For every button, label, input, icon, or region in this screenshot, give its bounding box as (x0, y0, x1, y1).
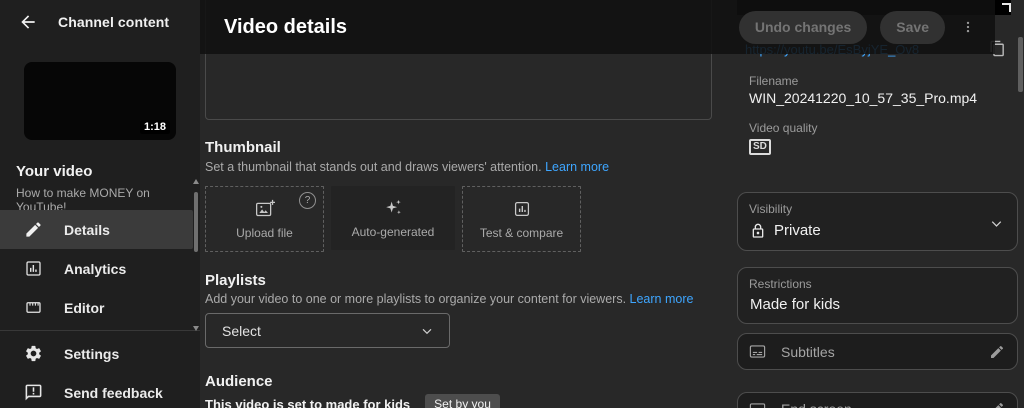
sidebar-item-label: Analytics (64, 260, 127, 277)
visibility-card[interactable]: Visibility Private (737, 192, 1018, 251)
sidebar-divider (0, 330, 200, 331)
playlists-description: Add your video to one or more playlists … (205, 292, 693, 306)
back-arrow-icon[interactable] (18, 12, 38, 32)
chevron-down-icon (419, 323, 435, 339)
playlists-select-dropdown[interactable]: Select (205, 313, 450, 348)
video-details-header: Video details Undo changes Save (200, 0, 995, 54)
sidebar-item-analytics[interactable]: Analytics (0, 249, 193, 288)
restrictions-card: Restrictions Made for kids (737, 267, 1018, 324)
sidebar-item-send-feedback[interactable]: Send feedback (0, 373, 193, 408)
compare-chart-icon (512, 199, 532, 219)
restrictions-label: Restrictions (749, 277, 812, 291)
sd-quality-badge: SD (749, 139, 771, 155)
sidebar-item-settings[interactable]: Settings (0, 334, 193, 373)
player-corner-glyph (1002, 3, 1011, 12)
sidebar-nav-lower: Settings Send feedback (0, 334, 200, 408)
subtitles-label: Subtitles (781, 343, 835, 360)
playlists-learn-more-link[interactable]: Learn more (630, 292, 694, 306)
back-row[interactable]: Channel content (18, 12, 169, 32)
edit-pencil-icon[interactable] (989, 401, 1005, 408)
end-screen-card[interactable]: End screen (737, 392, 1018, 408)
auto-generated-label: Auto-generated (351, 224, 435, 239)
visibility-label: Visibility (749, 202, 793, 216)
help-icon[interactable]: ? (299, 192, 316, 209)
audience-status-row: This video is set to made for kids Set b… (205, 394, 500, 408)
playlists-description-text: Add your video to one or more playlists … (205, 292, 627, 306)
upload-file-label: Upload file (236, 225, 293, 240)
visibility-value: Private (774, 222, 821, 239)
sidebar-nav: Details Analytics Editor (0, 210, 200, 327)
sidebar-item-label: Settings (64, 345, 120, 362)
undo-changes-button[interactable]: Undo changes (738, 10, 868, 44)
scroll-up-arrow-icon[interactable] (193, 179, 199, 184)
video-duration-badge: 1:18 (139, 120, 170, 134)
sidebar-item-label: Editor (64, 299, 105, 316)
end-screen-icon (748, 401, 767, 408)
upload-image-icon (254, 199, 276, 219)
thumbnail-heading: Thumbnail (205, 139, 281, 156)
page-scrollbar-thumb[interactable] (1018, 37, 1023, 92)
subtitles-card[interactable]: Subtitles (737, 333, 1018, 370)
audience-status-text: This video is set to made for kids (205, 396, 411, 408)
sidebar: Channel content 1:18 Your video How to m… (0, 0, 200, 408)
page-title: Video details (224, 15, 348, 38)
thumbnail-learn-more-link[interactable]: Learn more (545, 160, 609, 174)
feedback-icon (24, 383, 43, 402)
youtube-studio-video-details: Channel content 1:18 Your video How to m… (0, 0, 1024, 408)
lock-icon (750, 223, 766, 239)
your-video-heading: Your video (16, 163, 93, 180)
save-button[interactable]: Save (880, 10, 945, 44)
subtitles-icon (748, 343, 767, 360)
chevron-down-icon[interactable] (988, 215, 1005, 232)
thumbnail-description: Set a thumbnail that stands out and draw… (205, 160, 609, 174)
test-compare-label: Test & compare (479, 225, 564, 240)
sidebar-item-editor[interactable]: Editor (0, 288, 193, 327)
filename-label: Filename (749, 74, 799, 88)
sidebar-item-label: Send feedback (64, 384, 163, 401)
gear-icon (24, 344, 43, 363)
thumbnail-description-text: Set a thumbnail that stands out and draw… (205, 160, 542, 174)
sparkle-icon (382, 198, 404, 218)
filename-value: WIN_20241220_10_57_35_Pro.mp4 (749, 90, 978, 106)
sidebar-item-label: Details (64, 221, 110, 238)
thumbnail-options: ? Upload file Auto-generated Test & comp… (205, 186, 581, 252)
audience-heading: Audience (205, 373, 273, 390)
auto-generated-card[interactable]: Auto-generated (331, 186, 455, 250)
scrollbar-thumb[interactable] (194, 192, 198, 252)
sidebar-scrollbar[interactable] (193, 177, 199, 333)
playlists-select-value: Select (222, 322, 261, 339)
back-label: Channel content (58, 14, 170, 30)
editor-icon (24, 298, 43, 317)
kebab-menu-icon[interactable] (957, 14, 979, 40)
pencil-icon (24, 220, 43, 239)
edit-pencil-icon[interactable] (989, 344, 1005, 360)
sidebar-item-details[interactable]: Details (0, 210, 193, 249)
upload-file-card[interactable]: ? Upload file (205, 186, 324, 252)
scroll-down-arrow-icon[interactable] (193, 326, 199, 331)
video-thumbnail-preview[interactable]: 1:18 (24, 62, 176, 140)
playlists-heading: Playlists (205, 272, 266, 289)
test-compare-card[interactable]: Test & compare (462, 186, 581, 252)
video-quality-label: Video quality (749, 121, 818, 135)
analytics-icon (24, 259, 43, 278)
restrictions-value: Made for kids (750, 296, 841, 313)
set-by-you-badge: Set by you (425, 394, 500, 408)
end-screen-label: End screen (781, 401, 989, 408)
